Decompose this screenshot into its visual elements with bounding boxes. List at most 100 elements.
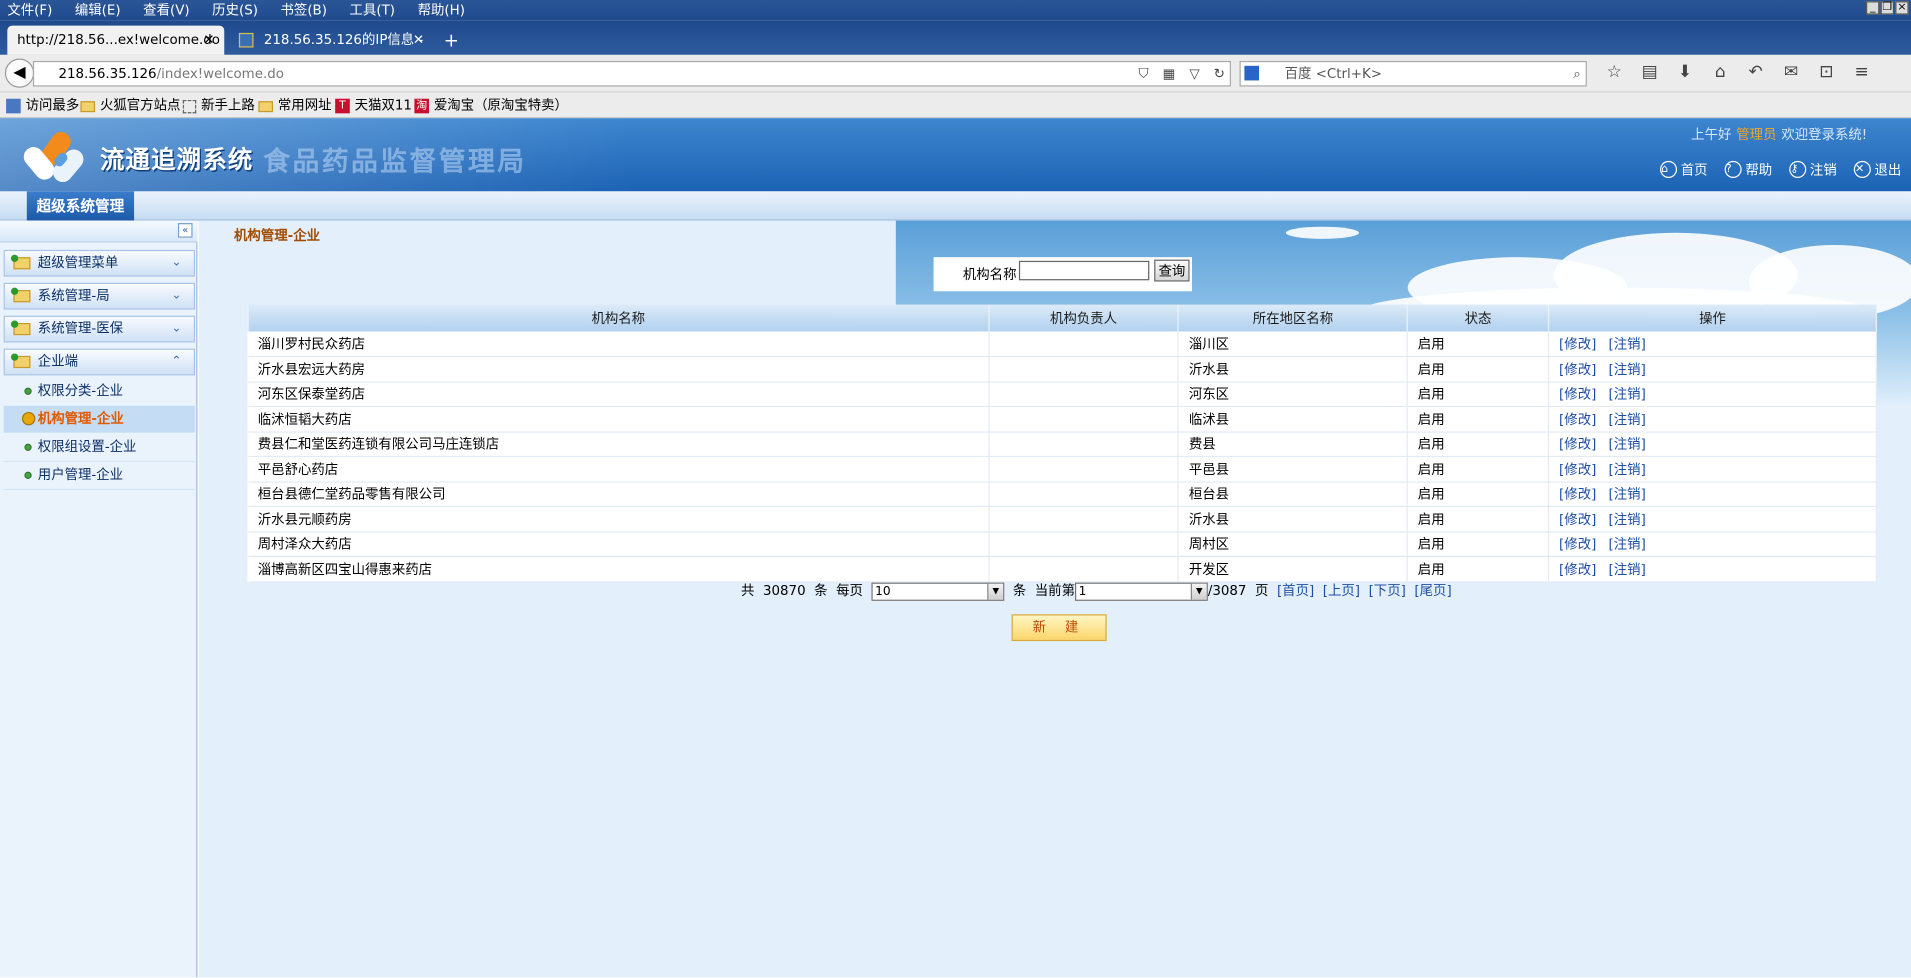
cancel-link[interactable]: [注销] <box>1609 336 1646 352</box>
cell-status: 启用 <box>1407 481 1550 508</box>
bullet-icon <box>24 387 32 395</box>
reload-icon[interactable]: ↻ <box>1214 66 1225 82</box>
cancel-link[interactable]: [注销] <box>1609 562 1646 578</box>
dropdown-icon[interactable]: ▽ <box>1189 66 1199 82</box>
menu-view[interactable]: 查看(V) <box>143 0 189 21</box>
bookmark-most-visited[interactable]: 访问最多 <box>6 96 79 114</box>
sidebar-menu-super-admin[interactable]: 超级管理菜单 ⌄ <box>3 249 196 277</box>
bookmark-firefox-site[interactable]: 火狐官方站点 <box>80 96 180 114</box>
edit-link[interactable]: [修改] <box>1559 336 1596 352</box>
org-name-input[interactable] <box>1018 260 1150 281</box>
cancel-link[interactable]: [注销] <box>1609 412 1646 428</box>
cell-owner <box>988 531 1180 557</box>
plus-icon <box>10 353 19 361</box>
edit-link[interactable]: [修改] <box>1559 462 1596 478</box>
back-icon[interactable]: ◀ <box>4 58 35 88</box>
undo-icon[interactable]: ↶ <box>1738 62 1773 82</box>
greeting-suffix: 欢迎登录系统! <box>1781 126 1868 143</box>
qr-icon[interactable]: ▦ <box>1163 66 1176 82</box>
edit-link[interactable]: [修改] <box>1559 362 1596 378</box>
menu-file[interactable]: 文件(F) <box>7 0 52 21</box>
pager-text: 页 <box>1255 582 1269 599</box>
cancel-link[interactable]: [注销] <box>1609 462 1646 478</box>
cell-owner <box>988 331 1180 358</box>
total-count: 30870 <box>762 582 806 599</box>
cancel-link[interactable]: [注销] <box>1609 362 1646 378</box>
close-window-icon[interactable]: × <box>1895 1 1909 15</box>
home-browser-icon[interactable]: ⌂ <box>1703 62 1738 82</box>
url-bar[interactable]: 218.56.35.126/index!welcome.do ⛉ ▦ ▽ ↻ <box>32 60 1231 87</box>
download-icon[interactable]: ⬇ <box>1667 62 1702 82</box>
help-link[interactable]: ? 帮助 <box>1724 160 1772 180</box>
cancel-link[interactable]: [注销] <box>1609 437 1646 453</box>
app-header: 流通追溯系统 食品药品监督管理局 上午好 管理员 欢迎登录系统! ⌂ 首页 ? 帮助 ⚷… <box>0 118 1911 192</box>
search-icon[interactable]: ⌕ <box>1573 62 1581 85</box>
minimize-icon[interactable]: _ <box>1865 1 1880 15</box>
bookmark-tmall[interactable]: T 天猫双11 <box>335 96 412 114</box>
logout-link[interactable]: ⚷ 注销 <box>1789 160 1837 180</box>
chat-icon[interactable]: ✉ <box>1773 62 1808 82</box>
sidebar-menu-system-bureau[interactable]: 系统管理-局 ⌄ <box>3 282 196 310</box>
new-button[interactable]: 新 建 <box>1011 614 1107 642</box>
next-page-link[interactable]: [下页] <box>1369 583 1406 599</box>
prev-page-link[interactable]: [上页] <box>1323 583 1360 599</box>
cell-status: 启用 <box>1407 381 1550 408</box>
item-label: 机构管理-企业 <box>37 410 124 427</box>
menu-icon[interactable]: ≡ <box>1844 62 1879 82</box>
restore-icon[interactable]: ❐ <box>1880 1 1895 15</box>
close-tab-icon[interactable]: ✕ <box>413 26 424 55</box>
greeting: 上午好 管理员 欢迎登录系统! <box>1691 124 1867 144</box>
bookmark-common-sites[interactable]: 常用网址 <box>258 96 332 114</box>
edit-link[interactable]: [修改] <box>1559 412 1596 428</box>
bookmark-aitaobao[interactable]: 淘爱淘宝（原淘宝特卖） <box>414 96 568 114</box>
page-size-select[interactable]: 10 ▼ <box>871 581 1005 601</box>
star-icon[interactable]: ☆ <box>1597 62 1632 82</box>
home-link[interactable]: ⌂ 首页 <box>1660 160 1708 180</box>
menu-tools[interactable]: 工具(T) <box>350 0 395 21</box>
new-tab-icon[interactable]: + <box>444 26 459 55</box>
sidebar-menu-enterprise[interactable]: 企业端 ⌃ <box>3 348 196 376</box>
cell-actions: [修改] [注销] <box>1548 456 1877 483</box>
search-box[interactable]: 百度 <Ctrl+K> ⌕ <box>1239 60 1587 87</box>
edit-link[interactable]: [修改] <box>1559 487 1596 503</box>
exit-link[interactable]: ✕ 退出 <box>1853 160 1901 180</box>
query-button[interactable]: 查询 <box>1154 259 1190 282</box>
search-engine-icon[interactable] <box>1244 65 1260 81</box>
cancel-link[interactable]: [注销] <box>1609 537 1646 553</box>
pagination: 共 30870 条 每页 10 ▼ 条 当前第 1 ▼/3087 页 [首页] [上页… <box>741 581 1452 601</box>
cancel-link[interactable]: [注销] <box>1609 387 1646 403</box>
menu-edit[interactable]: 编辑(E) <box>75 0 121 21</box>
last-page-link[interactable]: [尾页] <box>1414 583 1451 599</box>
close-tab-icon[interactable]: ✕ <box>203 26 214 55</box>
cancel-link[interactable]: [注销] <box>1609 512 1646 528</box>
menu-bookmarks[interactable]: 书签(B) <box>281 0 327 21</box>
table-row: 周村泽众大药店 周村区 启用 [修改] [注销] <box>248 531 1877 557</box>
menu-history[interactable]: 历史(S) <box>212 0 258 21</box>
shield-icon[interactable]: ⛉ <box>1139 66 1149 82</box>
cell-org-name: 费县仁和堂医药连锁有限公司马庄连锁店 <box>248 431 990 458</box>
cell-actions: [修改] [注销] <box>1548 481 1877 508</box>
crop-icon[interactable]: ⊡ <box>1809 62 1844 82</box>
sidebar-item-permission-category[interactable]: 权限分类-企业 <box>4 378 195 405</box>
tab-ip-info[interactable]: 218.56.35.126的IP信息 - ... ✕ <box>229 26 434 77</box>
sidebar-menu-system-medical[interactable]: 系统管理-医保 ⌄ <box>3 315 196 343</box>
tab-super-system-admin[interactable]: 超级系统管理 <box>26 191 135 221</box>
menu-help[interactable]: 帮助(H) <box>418 0 465 21</box>
sidebar-item-user-management[interactable]: 用户管理-企业 <box>4 462 195 489</box>
close-icon: ✕ <box>1853 160 1871 178</box>
cancel-link[interactable]: [注销] <box>1609 487 1646 503</box>
edit-link[interactable]: [修改] <box>1559 562 1596 578</box>
bookmark-getting-started[interactable]: 新手上路 <box>182 96 255 114</box>
reading-list-icon[interactable]: ▤ <box>1632 62 1667 82</box>
tab-welcome[interactable]: http://218.56...ex!welcome.do ✕ <box>7 25 225 55</box>
edit-link[interactable]: [修改] <box>1559 512 1596 528</box>
collapse-icon[interactable]: « <box>177 223 193 238</box>
pager-text: 条 <box>1012 582 1027 599</box>
first-page-link[interactable]: [首页] <box>1277 583 1314 599</box>
edit-link[interactable]: [修改] <box>1559 387 1596 403</box>
edit-link[interactable]: [修改] <box>1559 537 1596 553</box>
sidebar-item-org-management[interactable]: 机构管理-企业 <box>3 405 196 433</box>
current-page-select[interactable]: 1 ▼ <box>1074 581 1208 601</box>
sidebar-item-permission-group[interactable]: 权限组设置-企业 <box>4 434 195 461</box>
edit-link[interactable]: [修改] <box>1559 437 1596 453</box>
